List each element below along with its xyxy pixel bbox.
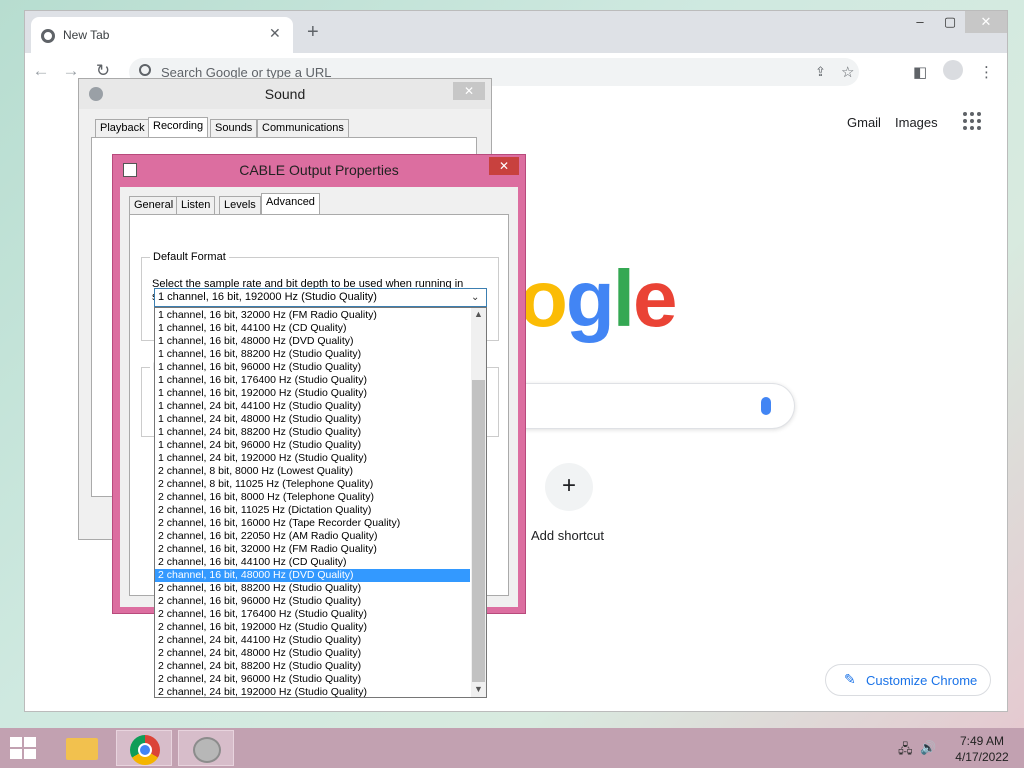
format-option[interactable]: 1 channel, 16 bit, 32000 Hz (FM Radio Qu…	[155, 309, 470, 322]
customize-chrome-label: Customize Chrome	[866, 673, 978, 688]
tab-general[interactable]: General	[129, 196, 179, 214]
start-windows-icon[interactable]	[10, 737, 38, 761]
format-option[interactable]: 1 channel, 16 bit, 176400 Hz (Studio Qua…	[155, 374, 470, 387]
format-option[interactable]: 2 channel, 24 bit, 88200 Hz (Studio Qual…	[155, 660, 470, 673]
google-search-box[interactable]	[505, 383, 795, 429]
tab-new-tab[interactable]: New Tab ✕	[31, 17, 293, 53]
format-option[interactable]: 2 channel, 16 bit, 88200 Hz (Studio Qual…	[155, 582, 470, 595]
window-close-button[interactable]: ✕	[965, 11, 1007, 33]
format-option[interactable]: 1 channel, 16 bit, 44100 Hz (CD Quality)	[155, 322, 470, 335]
format-option[interactable]: 2 channel, 8 bit, 8000 Hz (Lowest Qualit…	[155, 465, 470, 478]
format-option[interactable]: 1 channel, 16 bit, 96000 Hz (Studio Qual…	[155, 361, 470, 374]
chrome-favicon-icon	[41, 29, 55, 43]
tab-communications[interactable]: Communications	[257, 119, 349, 137]
format-option[interactable]: 2 channel, 16 bit, 32000 Hz (FM Radio Qu…	[155, 543, 470, 556]
cable-close-button[interactable]: ✕	[489, 157, 519, 175]
default-format-selected-value: 1 channel, 16 bit, 192000 Hz (Studio Qua…	[158, 291, 377, 303]
search-icon	[139, 64, 151, 76]
format-option[interactable]: 1 channel, 16 bit, 48000 Hz (DVD Quality…	[155, 335, 470, 348]
chevron-down-icon[interactable]: ⌄	[471, 289, 479, 306]
taskbar-file-explorer[interactable]	[54, 730, 110, 766]
format-option[interactable]: 2 channel, 8 bit, 11025 Hz (Telephone Qu…	[155, 478, 470, 491]
add-shortcut-button[interactable]: +	[545, 463, 593, 511]
format-option[interactable]: 2 channel, 16 bit, 192000 Hz (Studio Qua…	[155, 621, 470, 634]
tab-sounds[interactable]: Sounds	[210, 119, 258, 137]
tab-strip: New Tab ✕ + – ▢ ✕	[25, 11, 1007, 53]
sound-dialog-title: Sound	[264, 86, 306, 102]
microphone-icon[interactable]	[761, 397, 771, 415]
taskbar-sound[interactable]	[178, 730, 234, 766]
bookmark-star-icon[interactable]: ☆	[841, 63, 854, 81]
format-option[interactable]: 2 channel, 16 bit, 176400 Hz (Studio Qua…	[155, 608, 470, 621]
format-option[interactable]: 1 channel, 16 bit, 192000 Hz (Studio Qua…	[155, 387, 470, 400]
folder-icon	[66, 738, 98, 760]
format-option[interactable]: 2 channel, 24 bit, 44100 Hz (Studio Qual…	[155, 634, 470, 647]
scroll-down-icon[interactable]: ▼	[474, 684, 483, 694]
profile-avatar-icon[interactable]	[943, 60, 963, 80]
minimize-button[interactable]: –	[905, 11, 935, 33]
logo-letter: l	[612, 254, 635, 343]
format-option[interactable]: 2 channel, 16 bit, 44100 Hz (CD Quality)	[155, 556, 470, 569]
chrome-icon	[130, 735, 160, 765]
close-tab-icon[interactable]: ✕	[269, 25, 281, 42]
add-shortcut-label: Add shortcut	[531, 528, 604, 543]
format-option[interactable]: 2 channel, 16 bit, 8000 Hz (Telephone Qu…	[155, 491, 470, 504]
default-format-legend: Default Format	[150, 251, 229, 263]
format-dropdown-list[interactable]: 1 channel, 16 bit, 32000 Hz (FM Radio Qu…	[154, 307, 487, 698]
format-option[interactable]: 2 channel, 16 bit, 11025 Hz (Dictation Q…	[155, 504, 470, 517]
cable-dialog-title[interactable]: CABLE Output Properties	[113, 162, 525, 178]
tab-recording[interactable]: Recording	[148, 117, 209, 138]
format-option[interactable]: 1 channel, 24 bit, 192000 Hz (Studio Qua…	[155, 452, 470, 465]
format-option[interactable]: 1 channel, 24 bit, 48000 Hz (Studio Qual…	[155, 413, 470, 426]
format-option[interactable]: 1 channel, 24 bit, 88200 Hz (Studio Qual…	[155, 426, 470, 439]
format-option[interactable]: 2 channel, 16 bit, 16000 Hz (Tape Record…	[155, 517, 470, 530]
sound-title-bar[interactable]: Sound ✕	[79, 79, 491, 109]
tab-listen[interactable]: Listen	[176, 196, 216, 214]
tab-playback[interactable]: Playback	[95, 119, 150, 137]
logo-letter: g	[565, 254, 615, 343]
pencil-icon: ✎	[844, 671, 856, 687]
share-icon[interactable]: ⇪	[815, 64, 826, 80]
new-tab-button[interactable]: +	[307, 22, 319, 42]
tab-title: New Tab	[63, 28, 110, 42]
format-option[interactable]: 2 channel, 24 bit, 96000 Hz (Studio Qual…	[155, 673, 470, 686]
clock-date[interactable]: 4/17/2022	[952, 750, 1012, 764]
google-logo: ogle	[519, 253, 677, 345]
sound-close-button[interactable]: ✕	[453, 82, 485, 100]
format-option[interactable]: 2 channel, 16 bit, 22050 Hz (AM Radio Qu…	[155, 530, 470, 543]
format-option[interactable]: 2 channel, 16 bit, 48000 Hz (DVD Quality…	[155, 569, 470, 582]
format-option[interactable]: 2 channel, 24 bit, 192000 Hz (Studio Qua…	[155, 686, 470, 697]
logo-letter: e	[632, 254, 677, 343]
speaker-icon	[193, 737, 221, 763]
taskbar: 🖧 🔊 7:49 AM 4/17/2022	[0, 728, 1024, 768]
menu-dots-icon[interactable]: ⋮	[979, 63, 994, 81]
format-option[interactable]: 2 channel, 16 bit, 96000 Hz (Studio Qual…	[155, 595, 470, 608]
format-option[interactable]: 1 channel, 16 bit, 88200 Hz (Studio Qual…	[155, 348, 470, 361]
format-option[interactable]: 1 channel, 24 bit, 96000 Hz (Studio Qual…	[155, 439, 470, 452]
apps-grid-icon[interactable]	[963, 112, 981, 130]
network-icon[interactable]: 🖧	[898, 740, 913, 762]
scroll-up-icon[interactable]: ▲	[474, 309, 483, 319]
gmail-link[interactable]: Gmail	[847, 115, 881, 130]
back-icon[interactable]: ←	[31, 61, 51, 81]
images-link[interactable]: Images	[895, 115, 938, 130]
dropdown-scrollbar[interactable]: ▲ ▼	[471, 308, 486, 697]
scrollbar-thumb[interactable]	[472, 380, 485, 682]
maximize-button[interactable]: ▢	[935, 11, 965, 33]
default-format-select[interactable]: 1 channel, 16 bit, 192000 Hz (Studio Qua…	[154, 288, 487, 307]
format-options: 1 channel, 16 bit, 32000 Hz (FM Radio Qu…	[155, 309, 470, 697]
format-option[interactable]: 2 channel, 24 bit, 48000 Hz (Studio Qual…	[155, 647, 470, 660]
logo-letter: o	[519, 254, 568, 343]
side-panel-icon[interactable]: ◧	[913, 63, 927, 81]
taskbar-chrome[interactable]	[116, 730, 172, 766]
volume-icon[interactable]: 🔊	[920, 740, 936, 756]
clock-time[interactable]: 7:49 AM	[952, 734, 1012, 748]
tab-advanced[interactable]: Advanced	[261, 193, 320, 215]
customize-chrome-button[interactable]: ✎ Customize Chrome	[825, 664, 991, 696]
tab-levels[interactable]: Levels	[219, 196, 261, 214]
format-option[interactable]: 1 channel, 24 bit, 44100 Hz (Studio Qual…	[155, 400, 470, 413]
